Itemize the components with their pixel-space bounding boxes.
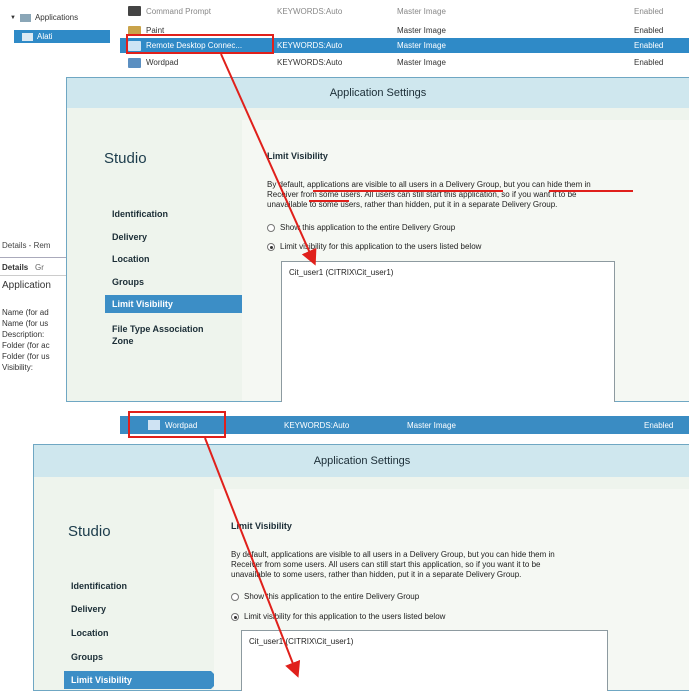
annotation-arrows xyxy=(204,53,317,678)
annotation-arrow xyxy=(220,53,317,266)
annotation-arrow xyxy=(204,437,301,678)
